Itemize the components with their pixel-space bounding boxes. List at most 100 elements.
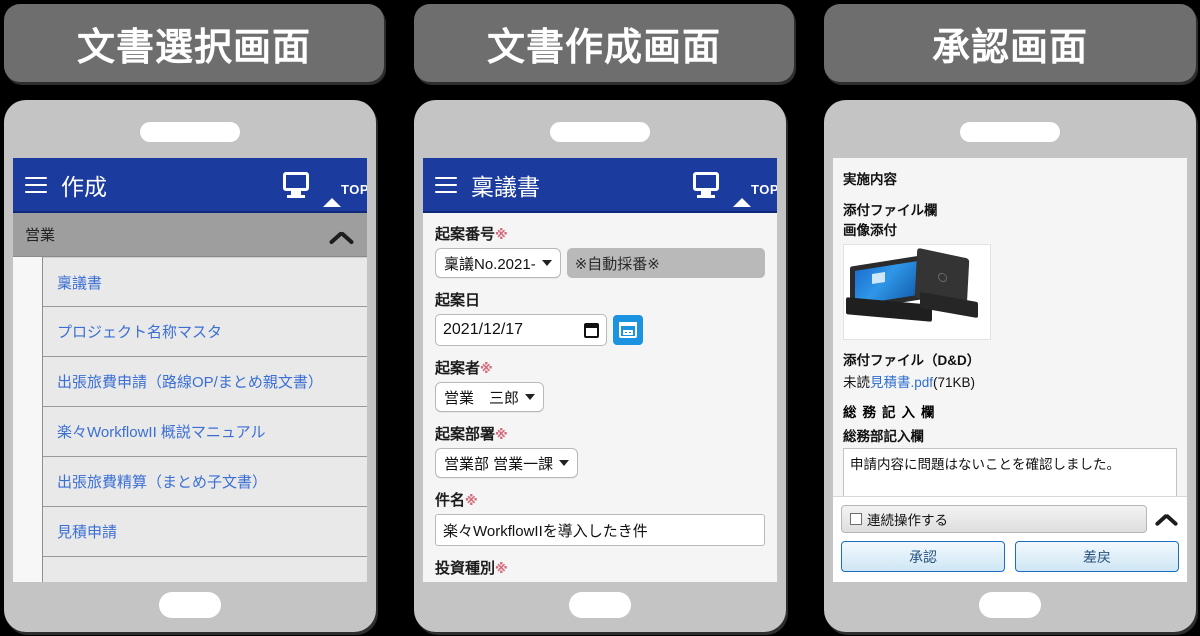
- hamburger-icon[interactable]: [435, 176, 457, 193]
- field-label-kian-person: 起案者※: [435, 357, 765, 378]
- group-label: 営業: [25, 227, 56, 244]
- required-mark: ※: [480, 361, 493, 376]
- list-item[interactable]: 出張旅費申請（路線OP/まとめ親文書）: [43, 357, 367, 407]
- app-title: 作成: [61, 173, 107, 200]
- document-link[interactable]: 見積申請: [57, 521, 117, 542]
- list-item[interactable]: 出張旅費精算（まとめ子文書）: [43, 457, 367, 507]
- attach-dd-label: 添付ファイル（D&D）: [843, 353, 981, 368]
- header-icons: TOP: [283, 171, 367, 207]
- label-text: 起案者: [435, 360, 481, 377]
- top-icon[interactable]: TOP: [323, 180, 367, 207]
- required-mark: ※: [495, 227, 508, 242]
- field-row-subject: 楽々WorkflowIIを導入したき件: [435, 514, 765, 546]
- calendar-glyph-icon: [584, 322, 599, 338]
- phone-speaker: [140, 122, 240, 142]
- phone-speaker: [960, 122, 1060, 142]
- chevron-down-icon: [559, 460, 570, 466]
- kian-dept-select[interactable]: 営業部 営業一課: [435, 448, 579, 478]
- phone-screen-3: 実施内容 添付ファイル欄 画像添付 添付ファイル（D&D） 未読見積書.pdf(…: [833, 158, 1187, 582]
- checkbox-icon: [850, 513, 862, 525]
- caption-text: 文書作成画面: [486, 26, 721, 69]
- soumu-memo-value: 申請内容に問題はないことを確認しました。: [850, 457, 1120, 472]
- list-item[interactable]: プロジェクト名称マスタ: [43, 307, 367, 357]
- monitor-icon[interactable]: [693, 171, 719, 198]
- chevron-up-icon[interactable]: [1155, 508, 1179, 530]
- file-link[interactable]: 見積書.pdf: [870, 375, 933, 390]
- list-item[interactable]: 稟議書: [43, 257, 367, 307]
- kian-dept-value: 営業部 営業一課: [444, 455, 554, 473]
- kian-date-value: 2021/12/17: [443, 321, 524, 338]
- chevron-up-icon[interactable]: [329, 222, 355, 248]
- document-form: 起案番号※ 稟議No.2021- ※自動採番※ 起案日 2021/12/17 起…: [423, 213, 777, 582]
- hamburger-icon[interactable]: [25, 176, 47, 193]
- phone-home-button[interactable]: [159, 592, 221, 618]
- field-label-kian-date: 起案日: [435, 292, 481, 309]
- screenshot-root: 文書選択画面 作成 TOP 営業 稟議書 プロジェクト名称マスタ 出張旅費申請（…: [0, 0, 1200, 636]
- app-title: 稟議書: [471, 173, 540, 200]
- document-link[interactable]: 出張旅費申請（路線OP/まとめ親文書）: [57, 371, 323, 392]
- document-list-wrap: 稟議書 プロジェクト名称マスタ 出張旅費申請（路線OP/まとめ親文書） 楽々Wo…: [13, 257, 367, 582]
- panel-caption-2: 文書作成画面: [414, 4, 794, 82]
- approve-button[interactable]: 承認: [841, 541, 1005, 572]
- phone-home-button[interactable]: [569, 592, 631, 618]
- continuous-operation-checkbox[interactable]: 連続操作する: [841, 505, 1147, 533]
- kian-person-value: 営業 三郎: [444, 389, 520, 407]
- phone-screen-2: 稟議書 TOP 起案番号※ 稟議No.2021- ※自動採番※ 起案日 2021…: [423, 158, 777, 582]
- top-icon-label: TOP: [341, 181, 367, 197]
- kian-no-select[interactable]: 稟議No.2021-: [435, 248, 561, 278]
- field-label-kian-dept: 起案部署※: [435, 423, 765, 444]
- reject-button[interactable]: 差戻: [1015, 541, 1179, 572]
- field-row-kian-dept: 営業部 営業一課: [435, 448, 765, 478]
- chevron-down-icon: [541, 260, 552, 266]
- laptop-photo[interactable]: [843, 244, 991, 340]
- soumu-spaced-label: 総務記入欄: [843, 405, 941, 420]
- document-link[interactable]: プロジェクト名称マスタ: [57, 321, 222, 342]
- field-label-invest-type: 投資種別※: [435, 557, 765, 578]
- subject-value: 楽々WorkflowIIを導入したき件: [443, 522, 648, 540]
- top-icon[interactable]: TOP: [733, 180, 777, 207]
- phone-home-button[interactable]: [979, 592, 1041, 618]
- group-header-sales[interactable]: 営業: [13, 213, 367, 257]
- laptop-closed-icon: [914, 247, 978, 319]
- subject-input[interactable]: 楽々WorkflowIIを導入したき件: [435, 514, 765, 546]
- list-item-partial[interactable]: [43, 557, 367, 582]
- attachment-row: 未読見積書.pdf(71KB): [843, 371, 1177, 391]
- kian-no-value: 稟議No.2021-: [444, 255, 536, 273]
- kian-person-select[interactable]: 営業 三郎: [435, 382, 545, 412]
- list-gutter: [13, 257, 43, 582]
- field-label-kian-no: 起案番号※: [435, 223, 765, 244]
- field-row-kian-date: 2021/12/17: [435, 314, 765, 346]
- field-label-subject: 件名※: [435, 489, 765, 510]
- phone-mockup-3: 実施内容 添付ファイル欄 画像添付 添付ファイル（D&D） 未読見積書.pdf(…: [824, 100, 1196, 632]
- calendar-icon[interactable]: [613, 315, 643, 345]
- label-text: 投資種別: [435, 560, 496, 577]
- phone-screen-1: 作成 TOP 営業 稟議書 プロジェクト名称マスタ 出張旅費申請（路線OP/まと…: [13, 158, 367, 582]
- list-item[interactable]: 楽々WorkflowII 概説マニュアル: [43, 407, 367, 457]
- chevron-down-icon: [525, 394, 536, 400]
- continuous-operation-label: 連続操作する: [867, 513, 948, 528]
- monitor-icon[interactable]: [283, 171, 309, 198]
- kian-date-input[interactable]: 2021/12/17: [435, 314, 607, 346]
- image-attach-label: 画像添付: [843, 223, 897, 238]
- panel-caption-1: 文書選択画面: [4, 4, 384, 82]
- field-row-kian-person: 営業 三郎: [435, 382, 765, 412]
- footer-top-row: 連続操作する: [841, 505, 1179, 533]
- caption-text: 文書選択画面: [76, 26, 311, 69]
- label-text: 件名: [435, 492, 466, 509]
- approval-footer: 連続操作する 承認 差戻: [833, 496, 1187, 582]
- required-mark: ※: [495, 427, 508, 442]
- caption-text: 承認画面: [931, 26, 1088, 69]
- footer-buttons: 承認 差戻: [841, 541, 1179, 572]
- label-text: 起案部署: [435, 426, 496, 443]
- kian-no-note: ※自動採番※: [566, 248, 765, 278]
- phone-speaker: [550, 122, 650, 142]
- document-link[interactable]: 稟議書: [57, 272, 102, 293]
- document-link[interactable]: 出張旅費精算（まとめ子文書）: [57, 471, 267, 492]
- document-link[interactable]: 楽々WorkflowII 概説マニュアル: [57, 421, 265, 442]
- app-header-2: 稟議書 TOP: [423, 158, 777, 213]
- required-mark: ※: [495, 561, 508, 576]
- section-title: 実施内容: [843, 172, 897, 187]
- attach-column-label: 添付ファイル欄: [843, 203, 938, 218]
- header-icons: TOP: [693, 171, 777, 207]
- list-item[interactable]: 見積申請: [43, 507, 367, 557]
